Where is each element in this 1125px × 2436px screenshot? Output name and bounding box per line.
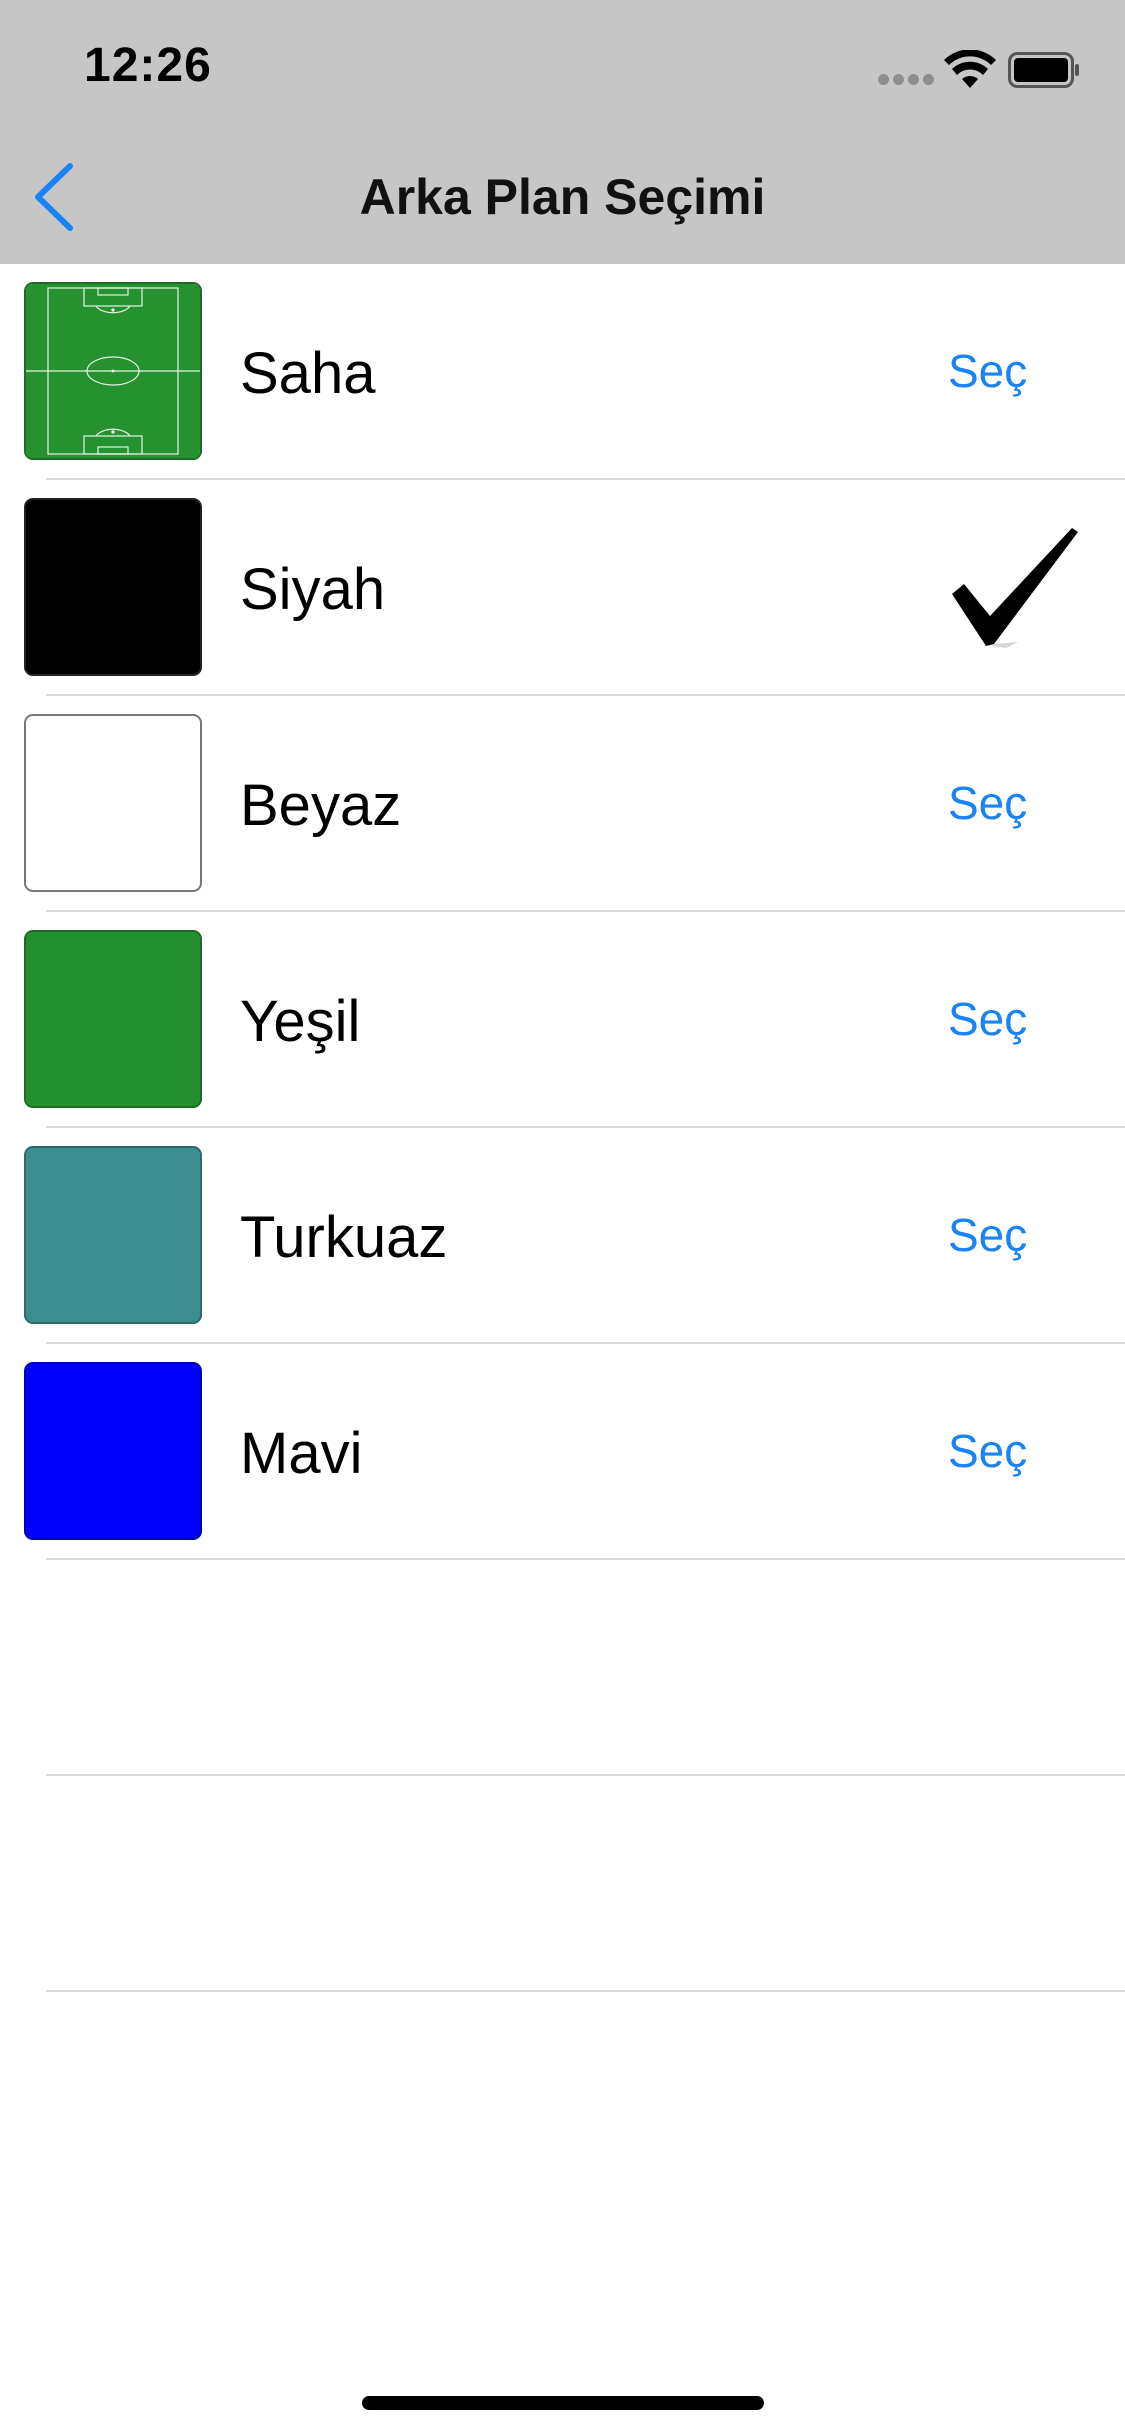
empty-row (0, 1560, 1125, 1776)
option-row-saha[interactable]: Saha Seç (0, 264, 1125, 480)
option-label: Beyaz (240, 773, 402, 838)
home-indicator[interactable] (362, 2396, 764, 2410)
select-button[interactable]: Seç (948, 776, 1027, 830)
cellular-signal-icon (878, 74, 934, 86)
option-row-mavi[interactable]: Mavi Seç (0, 1344, 1125, 1560)
row-divider (46, 1990, 1125, 1992)
status-time: 12:26 (84, 39, 212, 92)
checkmark-icon (952, 528, 1078, 648)
option-row-beyaz[interactable]: Beyaz Seç (0, 696, 1125, 912)
option-label: Saha (240, 341, 376, 406)
option-row-turkuaz[interactable]: Turkuaz Seç (0, 1128, 1125, 1344)
select-button[interactable]: Seç (948, 1424, 1027, 1478)
pitch-swatch (24, 282, 202, 460)
navigation-header: 12:26 Arka Plan Seçimi (0, 0, 1125, 264)
color-swatch (24, 930, 202, 1108)
empty-row (0, 1776, 1125, 1992)
color-swatch (24, 498, 202, 676)
option-label: Turkuaz (240, 1205, 448, 1270)
option-label: Mavi (240, 1421, 363, 1486)
football-pitch-icon (26, 284, 200, 458)
color-swatch (24, 714, 202, 892)
battery-icon (1008, 52, 1079, 88)
wifi-icon (944, 50, 996, 88)
page-title: Arka Plan Seçimi (359, 169, 766, 225)
select-button[interactable]: Seç (948, 344, 1027, 398)
option-label: Yeşil (240, 989, 361, 1054)
select-button[interactable]: Seç (948, 992, 1027, 1046)
select-button[interactable]: Seç (948, 1208, 1027, 1262)
color-swatch (24, 1146, 202, 1324)
option-row-yesil[interactable]: Yeşil Seç (0, 912, 1125, 1128)
option-label: Siyah (240, 557, 386, 622)
option-row-siyah[interactable]: Siyah (0, 480, 1125, 696)
color-swatch (24, 1362, 202, 1540)
background-options-list: Saha Seç Siyah Beyaz Seç Yeşil Seç Turku… (0, 264, 1125, 1992)
